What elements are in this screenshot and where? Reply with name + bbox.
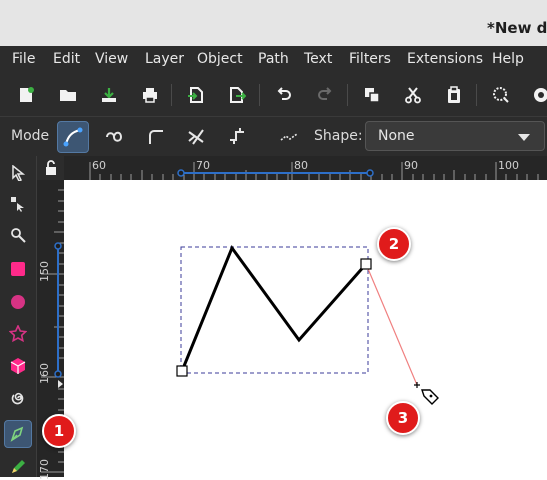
paste-icon[interactable]: [441, 82, 467, 108]
pencil-tool-icon[interactable]: [5, 454, 31, 480]
shape-dropdown[interactable]: None: [365, 121, 545, 151]
commands-toolbar: [0, 72, 547, 116]
new-document-icon[interactable]: [13, 82, 39, 108]
path-bounding-box: [180, 246, 369, 374]
zigzag-path-icon: [188, 129, 204, 145]
save-icon[interactable]: [96, 82, 122, 108]
menu-extensions[interactable]: Extensions: [407, 51, 483, 67]
toolbar-separator: [476, 84, 477, 106]
toolbar-separator: [171, 84, 172, 106]
flatten-spiro-button[interactable]: [273, 121, 305, 153]
callout-badge: 2: [377, 227, 411, 261]
ruler-label: 150: [38, 261, 51, 282]
drawing-canvas[interactable]: [64, 180, 547, 477]
menu-view[interactable]: View: [95, 51, 128, 67]
redo-icon[interactable]: [312, 82, 338, 108]
ruler-label: 60: [92, 159, 106, 172]
start-node[interactable]: [176, 365, 188, 377]
ruler-corner[interactable]: [37, 156, 64, 180]
pen-preview-line: [365, 263, 418, 386]
ruler-label: 80: [294, 159, 308, 172]
menu-edit[interactable]: Edit: [53, 51, 80, 67]
mode-label: Mode: [11, 128, 50, 144]
spiro-mode-button[interactable]: [99, 121, 131, 153]
menu-text[interactable]: Text: [304, 51, 332, 67]
cut-icon[interactable]: [400, 82, 426, 108]
ruler-label: 70: [196, 159, 210, 172]
bspline-path-icon: [149, 130, 163, 144]
duplicate-icon[interactable]: [359, 82, 385, 108]
callout-badge: 3: [386, 401, 420, 435]
window-title: *New do: [487, 19, 547, 37]
rectangle-tool-icon[interactable]: [5, 256, 31, 282]
bezier-path-icon: [63, 127, 83, 147]
straight-lines-mode-button[interactable]: [180, 121, 212, 153]
toolbox: [0, 156, 37, 477]
end-node[interactable]: [360, 258, 372, 270]
spiral-tool-icon[interactable]: [5, 385, 31, 411]
menu-file[interactable]: File: [12, 51, 35, 67]
tool-controls-bar: Mode Shape: None: [0, 116, 547, 157]
bspline-mode-button[interactable]: [140, 121, 172, 153]
lock-icon: [46, 160, 56, 175]
flatten-path-icon: [280, 133, 298, 141]
menu-object[interactable]: Object: [197, 51, 243, 67]
export-icon[interactable]: [224, 82, 250, 108]
title-bar: *New do: [0, 0, 547, 47]
tweak-tool-icon[interactable]: [5, 222, 31, 248]
open-icon[interactable]: [55, 82, 81, 108]
print-icon[interactable]: [137, 82, 163, 108]
paraxial-path-icon: [230, 128, 244, 144]
chevron-down-icon: [518, 134, 530, 141]
menu-filters[interactable]: Filters: [349, 51, 391, 67]
drawn-path[interactable]: [180, 244, 368, 372]
3d-box-tool-icon[interactable]: [5, 353, 31, 379]
paraxial-mode-button[interactable]: [221, 121, 253, 153]
horizontal-ruler[interactable]: 60 70 80 90 100: [64, 156, 547, 180]
ruler-label: 160: [38, 363, 51, 384]
menu-help[interactable]: Help: [492, 51, 524, 67]
import-icon[interactable]: [183, 82, 209, 108]
pen-cursor-icon: [414, 382, 439, 405]
menu-bar: File Edit View Layer Object Path Text Fi…: [0, 46, 547, 72]
shape-dropdown-value: None: [378, 128, 415, 144]
pen-tool-icon[interactable]: [4, 420, 32, 448]
node-tool-icon[interactable]: [5, 191, 31, 217]
shape-label: Shape:: [314, 128, 363, 144]
menu-layer[interactable]: Layer: [145, 51, 184, 67]
toolbar-separator: [347, 84, 348, 106]
star-tool-icon[interactable]: [5, 321, 31, 347]
menu-path[interactable]: Path: [258, 51, 289, 67]
ellipse-tool-icon[interactable]: [5, 289, 31, 315]
zoom-icon[interactable]: [488, 82, 514, 108]
selector-tool-icon[interactable]: [5, 160, 31, 186]
callout-badge: 1: [42, 414, 76, 448]
bezier-mode-button[interactable]: [57, 121, 89, 153]
spiro-path-icon: [106, 131, 123, 142]
toolbar-separator: [259, 84, 260, 106]
ruler-label: 100: [498, 159, 519, 172]
zoom-drawing-icon[interactable]: [528, 82, 547, 108]
ruler-label: 90: [404, 159, 418, 172]
undo-icon[interactable]: [271, 82, 297, 108]
